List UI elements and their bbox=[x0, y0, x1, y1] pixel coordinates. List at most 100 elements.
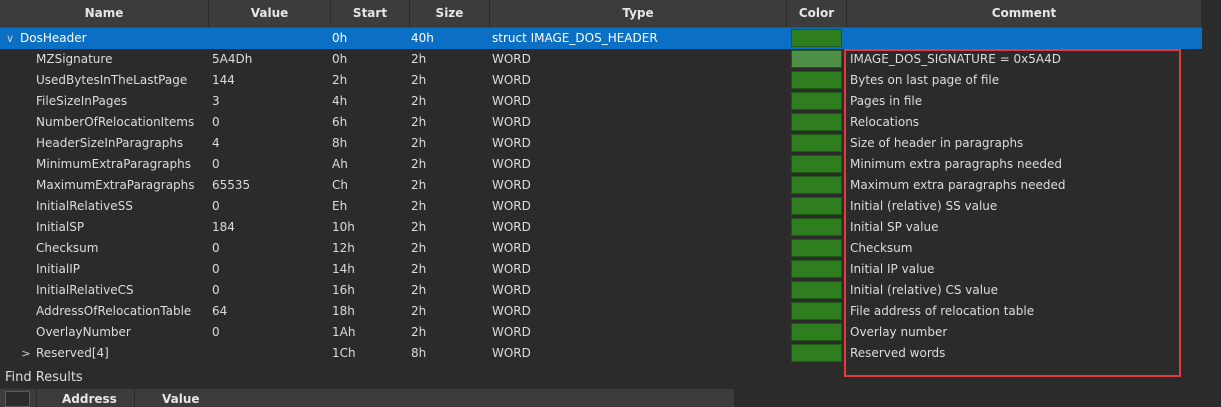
cell-size: 2h bbox=[411, 262, 427, 276]
color-swatch[interactable] bbox=[791, 197, 842, 215]
cell-name: InitialIP bbox=[36, 262, 80, 276]
cell-name: AddressOfRelocationTable bbox=[36, 304, 192, 318]
table-row[interactable]: > Reserved[4] 1Ch 8h WORD Reserved words bbox=[0, 343, 1202, 364]
table-row[interactable]: MinimumExtraParagraphs 0 Ah 2h WORD Minimum e… bbox=[0, 154, 1202, 175]
cell-comment: Size of header in paragraphs bbox=[850, 136, 1024, 150]
collapse-chevron-icon[interactable]: ∨ bbox=[4, 28, 16, 49]
cell-type: WORD bbox=[492, 304, 531, 318]
table-row[interactable]: InitialSP 184 10h 2h WORD Initial SP value bbox=[0, 217, 1202, 238]
column-header-comment[interactable]: Comment bbox=[847, 0, 1202, 27]
cell-comment: Initial (relative) SS value bbox=[850, 199, 998, 213]
cell-comment: Checksum bbox=[850, 241, 913, 255]
color-swatch[interactable] bbox=[791, 218, 842, 236]
table-row[interactable]: UsedBytesInTheLastPage 144 2h 2h WORD Bytes o… bbox=[0, 70, 1202, 91]
cell-type: WORD bbox=[492, 73, 531, 87]
cell-size: 2h bbox=[411, 304, 427, 318]
table-row[interactable]: MaximumExtraParagraphs 65535 Ch 2h WORD Maxim… bbox=[0, 175, 1202, 196]
find-results-divider bbox=[134, 389, 135, 407]
cell-type: struct IMAGE_DOS_HEADER bbox=[492, 31, 658, 45]
color-swatch[interactable] bbox=[791, 260, 842, 278]
color-swatch[interactable] bbox=[791, 344, 842, 362]
cell-size: 2h bbox=[411, 325, 427, 339]
table-row[interactable]: InitialIP 0 14h 2h WORD Initial IP value bbox=[0, 259, 1202, 280]
cell-start: 18h bbox=[332, 304, 355, 318]
cell-name: MaximumExtraParagraphs bbox=[36, 178, 195, 192]
table-row[interactable]: Checksum 0 12h 2h WORD Checksum bbox=[0, 238, 1202, 259]
color-swatch[interactable] bbox=[791, 92, 842, 110]
cell-start: 16h bbox=[332, 283, 355, 297]
table-row[interactable]: ∨ DosHeader 0h 40h struct IMAGE_DOS_HEADER bbox=[0, 28, 1202, 49]
color-swatch[interactable] bbox=[791, 239, 842, 257]
cell-name: HeaderSizeInParagraphs bbox=[36, 136, 184, 150]
color-swatch[interactable] bbox=[791, 71, 842, 89]
cell-comment: Minimum extra paragraphs needed bbox=[850, 157, 1062, 171]
column-header-size[interactable]: Size bbox=[410, 0, 490, 27]
color-swatch[interactable] bbox=[791, 113, 842, 131]
cell-comment: Overlay number bbox=[850, 325, 948, 339]
find-results-select-all[interactable] bbox=[5, 391, 30, 407]
table-row[interactable]: AddressOfRelocationTable 64 18h 2h WORD File … bbox=[0, 301, 1202, 322]
table-row[interactable]: OverlayNumber 0 1Ah 2h WORD Overlay number bbox=[0, 322, 1202, 343]
cell-name: OverlayNumber bbox=[36, 325, 131, 339]
cell-name: MZSignature bbox=[36, 52, 113, 66]
column-header-name[interactable]: Name bbox=[0, 0, 209, 27]
table-row[interactable]: InitialRelativeSS 0 Eh 2h WORD Initial (relat… bbox=[0, 196, 1202, 217]
cell-type: WORD bbox=[492, 94, 531, 108]
cell-type: WORD bbox=[492, 136, 531, 150]
cell-size: 2h bbox=[411, 241, 427, 255]
column-header-value[interactable]: Value bbox=[209, 0, 331, 27]
cell-comment: Reserved words bbox=[850, 346, 946, 360]
cell-start: 2h bbox=[332, 73, 348, 87]
table-row[interactable]: HeaderSizeInParagraphs 4 8h 2h WORD Size of h… bbox=[0, 133, 1202, 154]
color-swatch[interactable] bbox=[791, 50, 842, 68]
cell-start: 6h bbox=[332, 115, 348, 129]
table-row[interactable]: NumberOfRelocationItems 0 6h 2h WORD Relocati… bbox=[0, 112, 1202, 133]
color-swatch[interactable] bbox=[791, 176, 842, 194]
color-swatch[interactable] bbox=[791, 281, 842, 299]
cell-comment: Relocations bbox=[850, 115, 920, 129]
cell-size: 2h bbox=[411, 283, 427, 297]
color-swatch[interactable] bbox=[791, 155, 842, 173]
cell-start: 8h bbox=[332, 136, 348, 150]
cell-value: 0 bbox=[212, 283, 220, 297]
column-header-start[interactable]: Start bbox=[331, 0, 410, 27]
cell-size: 2h bbox=[411, 157, 427, 171]
cell-type: WORD bbox=[492, 220, 531, 234]
cell-size: 2h bbox=[411, 199, 427, 213]
expand-chevron-icon[interactable]: > bbox=[20, 343, 32, 364]
cell-size: 2h bbox=[411, 136, 427, 150]
cell-value: 0 bbox=[212, 115, 220, 129]
cell-comment: Initial (relative) CS value bbox=[850, 283, 999, 297]
cell-comment: IMAGE_DOS_SIGNATURE = 0x5A4D bbox=[850, 52, 1061, 66]
cell-name: UsedBytesInTheLastPage bbox=[36, 73, 188, 87]
cell-comment: File address of relocation table bbox=[850, 304, 1035, 318]
cell-name: Reserved[4] bbox=[36, 346, 109, 360]
cell-value: 0 bbox=[212, 325, 220, 339]
cell-start: Ah bbox=[332, 157, 348, 171]
cell-value: 184 bbox=[212, 220, 235, 234]
table-row[interactable]: FileSizeInPages 3 4h 2h WORD Pages in file bbox=[0, 91, 1202, 112]
cell-type: WORD bbox=[492, 283, 531, 297]
cell-name: InitialSP bbox=[36, 220, 85, 234]
color-swatch[interactable] bbox=[791, 29, 842, 47]
cell-value bbox=[212, 28, 327, 49]
cell-comment bbox=[850, 28, 1180, 49]
cell-value: 65535 bbox=[212, 178, 251, 192]
color-swatch[interactable] bbox=[791, 323, 842, 341]
find-column-address[interactable]: Address bbox=[62, 391, 117, 407]
column-header-color[interactable]: Color bbox=[787, 0, 847, 27]
cell-size: 2h bbox=[411, 220, 427, 234]
table-row[interactable]: MZSignature 5A4Dh 0h 2h WORD IMAGE_DOS_SIGNAT… bbox=[0, 49, 1202, 70]
cell-type: WORD bbox=[492, 52, 531, 66]
color-swatch[interactable] bbox=[791, 302, 842, 320]
cell-start: 0h bbox=[332, 31, 348, 45]
cell-size: 2h bbox=[411, 178, 427, 192]
table-row[interactable]: InitialRelativeCS 0 16h 2h WORD Initial (rela… bbox=[0, 280, 1202, 301]
cell-value bbox=[212, 343, 327, 364]
cell-type: WORD bbox=[492, 346, 531, 360]
cell-size: 2h bbox=[411, 115, 427, 129]
column-header-type[interactable]: Type bbox=[490, 0, 787, 27]
cell-type: WORD bbox=[492, 199, 531, 213]
color-swatch[interactable] bbox=[791, 134, 842, 152]
find-column-value[interactable]: Value bbox=[162, 391, 200, 407]
